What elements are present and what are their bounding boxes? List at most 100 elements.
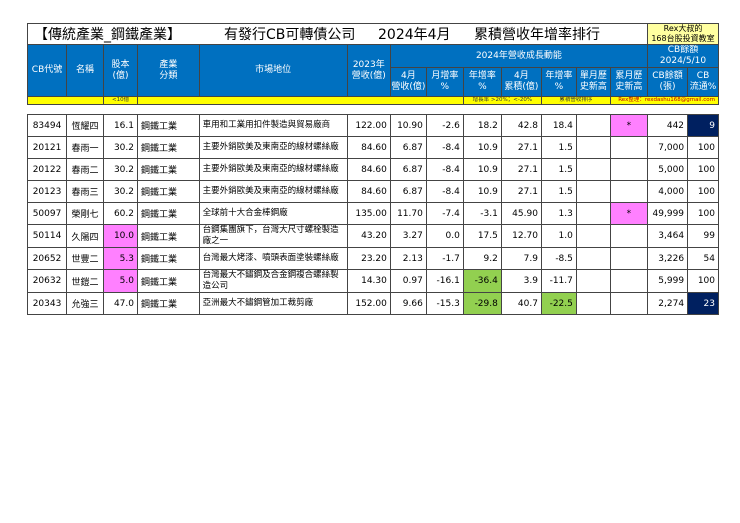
cell-capital: 30.2 — [103, 180, 138, 203]
cell-yoy: -29.8 — [462, 292, 502, 315]
cell-cum-yoy: 1.5 — [540, 158, 577, 181]
cell-cum-high — [609, 224, 648, 248]
cell-apr-rev: 6.87 — [389, 180, 427, 203]
cell-cum-high: * — [609, 114, 648, 137]
cell-apr-rev: 6.87 — [389, 136, 427, 159]
table-row: 20652 世豐二 5.3 鋼鐵工業 台灣最大烤漆、噴頭表面塗裝螺絲廠 23.20 2.13… — [26, 247, 719, 270]
cell-single-high — [575, 158, 611, 181]
cell-cb-balance: 4,000 — [646, 180, 689, 203]
cell-cb-flow: 54 — [687, 247, 719, 270]
legend-cum-note: 累積營收排序 — [540, 96, 611, 105]
cell-position: 主要外銷歐美及東南亞的線材螺絲廠 — [198, 158, 348, 181]
table-row: 20343 允強三 47.0 鋼鐵工業 亞洲最大不鏽鋼管加工裁剪廠 152.00 9.66-… — [26, 292, 719, 315]
header-apr-cum: 4月 累積(億) — [500, 67, 542, 97]
cell-industry: 鋼鐵工業 — [136, 247, 200, 270]
legend-row: <10億 增長率 >20%；<-20% 累積營收排序 Rex整理：rexdash… — [26, 96, 720, 105]
cell-cb-balance: 3,464 — [646, 224, 689, 248]
header-mom: 月增率 % — [425, 67, 464, 97]
cell-position: 車用和工業用扣件製造與貿易廠商 — [198, 114, 348, 137]
cell-mom: -16.1 — [425, 269, 464, 293]
cell-position: 台灣最大烤漆、噴頭表面塗裝螺絲廠 — [198, 247, 348, 270]
cell-yoy: -3.1 — [462, 202, 502, 225]
cell-industry: 鋼鐵工業 — [136, 136, 200, 159]
cell-code: 20123 — [26, 180, 68, 203]
cell-yoy: 10.9 — [462, 158, 502, 181]
cell-cum-high — [609, 269, 648, 293]
header-industry: 產業 分類 — [136, 44, 200, 97]
header-cb-code: CB代號 — [26, 44, 68, 97]
cell-code: 20632 — [26, 269, 68, 293]
cell-cb-balance: 5,999 — [646, 269, 689, 293]
cell-mom: -7.4 — [425, 202, 464, 225]
cell-cb-flow: 23 — [687, 292, 719, 315]
cell-cb-balance: 442 — [646, 114, 689, 137]
cell-mom: -8.4 — [425, 136, 464, 159]
header-single-high: 單月歷 史新高 — [575, 67, 611, 97]
cell-code: 50114 — [26, 224, 68, 248]
cell-cum-high — [609, 292, 648, 315]
cell-apr-cum: 45.90 — [500, 202, 542, 225]
cell-cum-yoy: -11.7 — [540, 269, 577, 293]
cell-code: 20121 — [26, 136, 68, 159]
cell-cb-balance: 3,226 — [646, 247, 689, 270]
cell-mom: -8.4 — [425, 158, 464, 181]
cell-apr-rev: 10.90 — [389, 114, 427, 137]
cell-rev2023: 84.60 — [346, 136, 391, 159]
cell-code: 20343 — [26, 292, 68, 315]
cell-cb-balance: 7,000 — [646, 136, 689, 159]
cell-cum-yoy: 1.5 — [540, 136, 577, 159]
header-yoy: 年增率 % — [462, 67, 502, 97]
cell-single-high — [575, 180, 611, 203]
cell-yoy: 17.5 — [462, 224, 502, 248]
cell-cb-flow: 99 — [687, 224, 719, 248]
cell-single-high — [575, 136, 611, 159]
cell-name: 久陽四 — [66, 224, 105, 248]
cell-cum-high — [609, 136, 648, 159]
cell-single-high — [575, 269, 611, 293]
cell-yoy: 10.9 — [462, 136, 502, 159]
cell-capital: 30.2 — [103, 136, 138, 159]
cell-rev2023: 14.30 — [346, 269, 391, 293]
header-cb-flow: CB 流通% — [687, 67, 719, 97]
cb-table: 【傳統產業_鋼鐵產業】 有發行CB可轉債公司 2024年4月 累積營收年增率排行 Re… — [26, 23, 720, 315]
cell-apr-cum: 27.1 — [500, 158, 542, 181]
cell-apr-rev: 11.70 — [389, 202, 427, 225]
cell-yoy: 18.2 — [462, 114, 502, 137]
cell-name: 世豐二 — [66, 247, 105, 270]
cell-yoy: 9.2 — [462, 247, 502, 270]
table-row: 50114 久陽四 10.0 鋼鐵工業 台鋼集團旗下，台灣大尺寸螺栓製造廠之一 43.20… — [26, 224, 719, 248]
title-period: 2024年4月 — [378, 27, 451, 43]
cell-apr-rev: 3.27 — [389, 224, 427, 248]
cell-cum-yoy: -8.5 — [540, 247, 577, 270]
cell-cb-balance: 2,274 — [646, 292, 689, 315]
cell-apr-cum: 3.9 — [500, 269, 542, 293]
cell-code: 20652 — [26, 247, 68, 270]
cell-code: 20122 — [26, 158, 68, 181]
title-ranking: 累積營收年增率排行 — [474, 27, 600, 43]
legend-capital-note: <10億 — [103, 96, 138, 105]
cell-industry: 鋼鐵工業 — [136, 292, 200, 315]
table-row: 50097 榮剛七 60.2 鋼鐵工業 全球前十大合金棒鋼廠 135.00 11.70 -7.… — [26, 202, 719, 225]
cell-position: 主要外銷歐美及東南亞的線材螺絲廠 — [198, 180, 348, 203]
header-position: 市場地位 — [198, 44, 348, 97]
cell-yoy: -36.4 — [462, 269, 502, 293]
author-box: Rex大叔的 168台股投資教室 — [646, 23, 720, 45]
cell-apr-cum: 27.1 — [500, 180, 542, 203]
cell-position: 全球前十大合金棒鋼廠 — [198, 202, 348, 225]
cell-cum-yoy: -22.5 — [540, 292, 577, 315]
cell-mom: -15.3 — [425, 292, 464, 315]
table-row: 20632 世鎧二 5.0 鋼鐵工業 台灣最大不鏽鋼及合金鋼複合螺絲製造公司 14.30 0… — [26, 269, 719, 293]
cell-capital: 5.3 — [103, 247, 138, 270]
cell-cb-balance: 49,999 — [646, 202, 689, 225]
cell-mom: -8.4 — [425, 180, 464, 203]
author-line-1: Rex大叔的 — [663, 24, 703, 34]
cell-mom: 0.0 — [425, 224, 464, 248]
cell-mom: -2.6 — [425, 114, 464, 137]
cell-apr-rev: 0.97 — [389, 269, 427, 293]
cell-apr-rev: 2.13 — [389, 247, 427, 270]
table-row: 83494 恆耀四 16.1 鋼鐵工業 車用和工業用扣件製造與貿易廠商 122.00 10.… — [26, 114, 719, 137]
cell-apr-cum: 7.9 — [500, 247, 542, 270]
cell-code: 83494 — [26, 114, 68, 137]
cell-mom: -1.7 — [425, 247, 464, 270]
cell-cb-flow: 100 — [687, 269, 719, 293]
